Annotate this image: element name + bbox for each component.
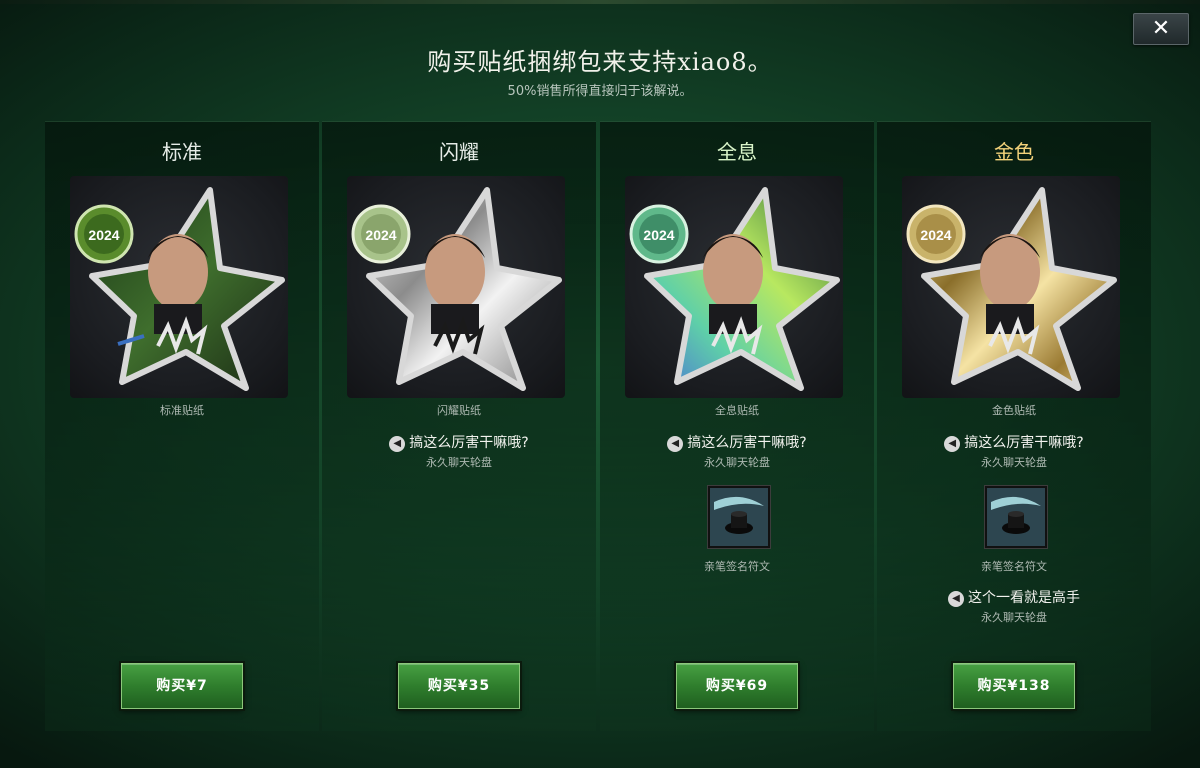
chat-wheel-item[interactable]: ◀ 搞这么厉害干嘛哦? 永久聊天轮盘 [322,432,596,470]
tier-title: 全息 [717,140,757,164]
buy-button-gold[interactable]: 购买¥138 [951,661,1077,711]
chat-wheel-item[interactable]: ◀ 搞这么厉害干嘛哦? 永久聊天轮盘 [877,432,1151,470]
close-button[interactable]: ✕ [1133,13,1189,45]
badge-year: 2024 [643,227,674,243]
chat-wheel-phrase: 搞这么厉害干嘛哦? [964,435,1084,451]
buy-button-shiny[interactable]: 购买¥35 [396,661,522,711]
sticker-label: 全息贴纸 [715,404,759,417]
rune-label: 亲笔签名符文 [981,560,1047,573]
chat-wheel-subtitle: 永久聊天轮盘 [981,611,1047,624]
speaker-icon[interactable]: ◀ [389,436,406,452]
sticker-image-gold[interactable]: 2024 [902,176,1120,398]
sticker-art: 2024 [906,187,1117,391]
sticker-bundle-dialog: ✕ 购买贴纸捆绑包来支持xiao8。 50%销售所得直接归于该解说。 标准 20… [0,0,1200,768]
dialog-subtitle: 50%销售所得直接归于该解说。 [507,84,693,99]
close-icon: ✕ [1151,16,1171,41]
sticker-art: 2024 [351,187,562,391]
tier-column-holo: 全息 2024 全息贴纸 ◀ 搞这么厉害干嘛哦? 永久聊天轮盘 亲笔签名符文 购… [600,121,874,731]
dialog-title: 购买贴纸捆绑包来支持xiao8。 [427,48,773,76]
sticker-image-shiny[interactable]: 2024 [347,176,565,398]
tier-title: 金色 [994,140,1034,164]
autograph-rune-icon[interactable] [985,486,1047,548]
chat-wheel-item[interactable]: ◀ 这个一看就是高手 永久聊天轮盘 [877,587,1151,625]
badge-year: 2024 [920,227,951,243]
tier-title: 闪耀 [439,140,479,164]
chat-wheel-item[interactable]: ◀ 搞这么厉害干嘛哦? 永久聊天轮盘 [600,432,874,470]
tier-column-gold: 金色 2024 金色贴纸 ◀ 搞这么厉害干嘛哦? 永久聊天轮盘 亲笔签名符文 ◀… [877,121,1151,731]
speaker-icon[interactable]: ◀ [948,591,964,607]
buy-button-holo[interactable]: 购买¥69 [674,661,800,711]
sticker-image-holo[interactable]: 2024 [625,176,843,398]
rune-art [710,488,768,546]
tier-title: 标准 [162,140,202,164]
rune-label: 亲笔签名符文 [704,560,770,573]
chat-wheel-phrase: 搞这么厉害干嘛哦? [409,435,529,451]
speaker-icon[interactable]: ◀ [667,436,684,452]
speaker-icon[interactable]: ◀ [944,436,961,452]
chat-wheel-subtitle: 永久聊天轮盘 [426,456,492,469]
badge-year: 2024 [88,227,119,243]
chat-wheel-subtitle: 永久聊天轮盘 [704,456,770,469]
rune-art [987,488,1045,546]
autograph-rune-icon[interactable] [708,486,770,548]
badge-year: 2024 [365,227,396,243]
sticker-art: 2024 [629,187,840,391]
tier-column-shiny: 闪耀 2024 闪耀贴纸 ◀ 搞这么厉害干嘛哦? 永久聊天轮盘 购买¥35 [322,121,596,731]
tier-column-standard: 标准 2024 标准贴纸 购买¥7 [45,121,319,731]
sticker-art: 2024 [74,187,285,391]
sticker-image-standard[interactable]: 2024 [70,176,288,398]
chat-wheel-subtitle: 永久聊天轮盘 [981,456,1047,469]
top-border [0,0,1200,4]
sticker-label: 标准贴纸 [160,404,204,417]
sticker-label: 闪耀贴纸 [437,404,481,417]
sticker-label: 金色贴纸 [992,404,1036,417]
buy-button-standard[interactable]: 购买¥7 [119,661,245,711]
chat-wheel-phrase: 这个一看就是高手 [968,590,1080,606]
chat-wheel-phrase: 搞这么厉害干嘛哦? [687,435,807,451]
